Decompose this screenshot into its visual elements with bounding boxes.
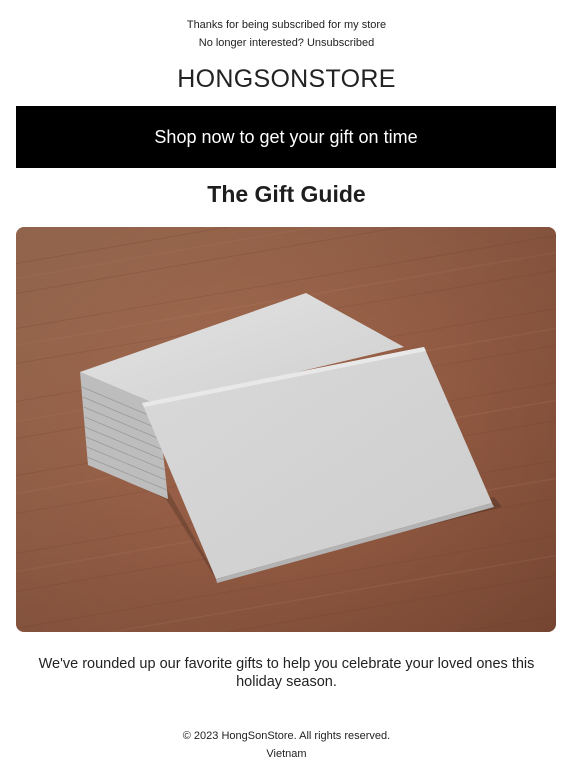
preheader-thanks: Thanks for being subscribed for my store <box>186 19 387 31</box>
hero-image[interactable] <box>16 227 556 632</box>
footer-copyright: © 2023 HongSonStore. All rights reserved… <box>182 730 391 742</box>
store-name: HONGSONSTORE <box>177 65 396 93</box>
gift-guide-description: We've rounded up our favorite gifts to h… <box>38 656 535 690</box>
shop-now-banner[interactable]: Shop now to get your gift on time <box>16 106 556 168</box>
shop-now-label: Shop now to get your gift on time <box>154 127 418 147</box>
preheader-no-longer-text: No longer interested? <box>198 37 307 49</box>
footer-country: Vietnam <box>266 748 307 760</box>
preheader-unsubscribe-row: No longer interested? Unsubscribed <box>0 36 573 50</box>
unsubscribe-link[interactable]: Unsubscribed <box>307 37 374 49</box>
business-cards-illustration <box>16 227 556 632</box>
gift-guide-title: The Gift Guide <box>207 181 366 207</box>
